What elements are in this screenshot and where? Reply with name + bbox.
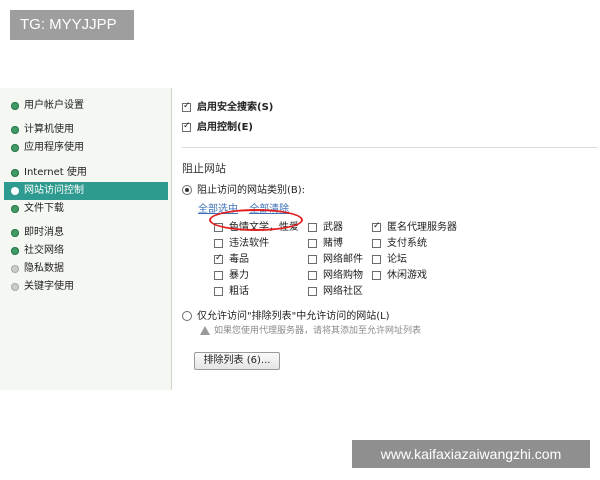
category-checkbox[interactable] [214, 286, 223, 296]
category-item[interactable]: 违法软件 [214, 234, 269, 249]
divider [182, 147, 598, 148]
control-checkbox[interactable] [182, 121, 191, 132]
nav-group-2: 计算机使用 应用程序使用 [4, 121, 168, 157]
settings-panel: 用户帐户设置 计算机使用 应用程序使用 Internet 使用 网站访问控制 文… [0, 88, 600, 390]
category-item[interactable]: 赌博 [308, 234, 343, 249]
sidebar-item-im[interactable]: 即时消息 [4, 224, 168, 242]
watermark-bottom: www.kaifaxiazaiwangzhi.com [352, 440, 590, 468]
category-checkbox[interactable] [372, 238, 381, 248]
green-dot-icon [11, 144, 19, 152]
category-checkbox[interactable] [308, 286, 317, 296]
select-links: 全部选中 全部清除 [198, 200, 297, 215]
category-checkbox[interactable] [308, 254, 317, 264]
nav-group-3: Internet 使用 网站访问控制 文件下载 [4, 164, 168, 218]
sidebar-item-keywords[interactable]: 关键字使用 [4, 278, 168, 296]
green-dot-icon [11, 229, 19, 237]
proxy-hint: 如果您使用代理服务器，请将其添加至允许网址列表 [200, 323, 421, 336]
green-dot-icon [11, 247, 19, 255]
nav-group-1: 用户帐户设置 [4, 97, 168, 115]
sidebar-item-downloads[interactable]: 文件下载 [4, 200, 168, 218]
allow-mode-radio[interactable] [182, 311, 192, 321]
sidebar-item-privacy[interactable]: 隐私数据 [4, 260, 168, 278]
green-dot-icon [11, 126, 19, 134]
category-item[interactable]: 网络社区 [308, 282, 363, 297]
category-checkbox[interactable] [308, 222, 317, 232]
category-checkbox[interactable] [308, 238, 317, 248]
sidebar: 用户帐户设置 计算机使用 应用程序使用 Internet 使用 网站访问控制 文… [0, 88, 172, 390]
white-dot-icon [11, 187, 19, 195]
block-mode-option[interactable]: 阻止访问的网站类别(B): [182, 181, 305, 196]
sidebar-item-web-control[interactable]: 网站访问控制 [4, 182, 168, 200]
category-checkbox[interactable] [214, 238, 223, 248]
category-item[interactable]: 论坛 [372, 250, 407, 265]
watermark-top: TG: MYYJJPP [10, 10, 134, 40]
category-checkbox[interactable] [214, 270, 223, 280]
safe-search-checkbox[interactable] [182, 101, 191, 112]
category-item[interactable]: 粗话 [214, 282, 249, 297]
category-item[interactable]: 网络邮件 [308, 250, 363, 265]
category-checkbox[interactable] [372, 270, 381, 280]
content-area: 启用安全搜索(S) 启用控制(E) 阻止网站 阻止访问的网站类别(B): 全部选… [182, 88, 600, 390]
section-title: 阻止网站 [182, 162, 226, 175]
allow-mode-option[interactable]: 仅允许访问"排除列表"中允许访问的网站(L) [182, 307, 390, 322]
safe-search-option[interactable]: 启用安全搜索(S) [182, 98, 273, 113]
sidebar-item-computer-use[interactable]: 计算机使用 [4, 121, 168, 139]
clear-all-link[interactable]: 全部清除 [249, 204, 289, 215]
category-item[interactable]: 休闲游戏 [372, 266, 427, 281]
category-checkbox[interactable] [308, 270, 317, 280]
category-item[interactable]: 匿名代理服务器 [372, 218, 457, 233]
sidebar-item-user-account[interactable]: 用户帐户设置 [4, 97, 168, 115]
nav-group-4: 即时消息 社交网络 隐私数据 关键字使用 [4, 224, 168, 296]
category-item[interactable]: 武器 [308, 218, 343, 233]
sidebar-item-social[interactable]: 社交网络 [4, 242, 168, 260]
sidebar-item-internet-use[interactable]: Internet 使用 [4, 164, 168, 182]
category-item[interactable]: 网络购物 [308, 266, 363, 281]
sidebar-item-app-use[interactable]: 应用程序使用 [4, 139, 168, 157]
green-dot-icon [11, 205, 19, 213]
category-checkbox[interactable] [372, 221, 381, 232]
warning-icon [200, 326, 210, 335]
category-item[interactable]: 暴力 [214, 266, 249, 281]
category-checkbox[interactable] [372, 254, 381, 264]
category-checkbox[interactable] [214, 253, 223, 264]
control-option[interactable]: 启用控制(E) [182, 118, 253, 133]
select-all-link[interactable]: 全部选中 [198, 204, 238, 215]
grey-dot-icon [11, 283, 19, 291]
category-item[interactable]: 毒品 [214, 250, 249, 265]
grey-dot-icon [11, 265, 19, 273]
block-mode-radio[interactable] [182, 185, 192, 195]
green-dot-icon [11, 102, 19, 110]
green-dot-icon [11, 169, 19, 177]
category-item[interactable]: 支付系统 [372, 234, 427, 249]
category-item[interactable]: 色情文学，性爱 [214, 218, 299, 233]
category-checkbox[interactable] [214, 222, 223, 232]
exclude-list-button[interactable]: 排除列表 (6)... [194, 352, 280, 370]
